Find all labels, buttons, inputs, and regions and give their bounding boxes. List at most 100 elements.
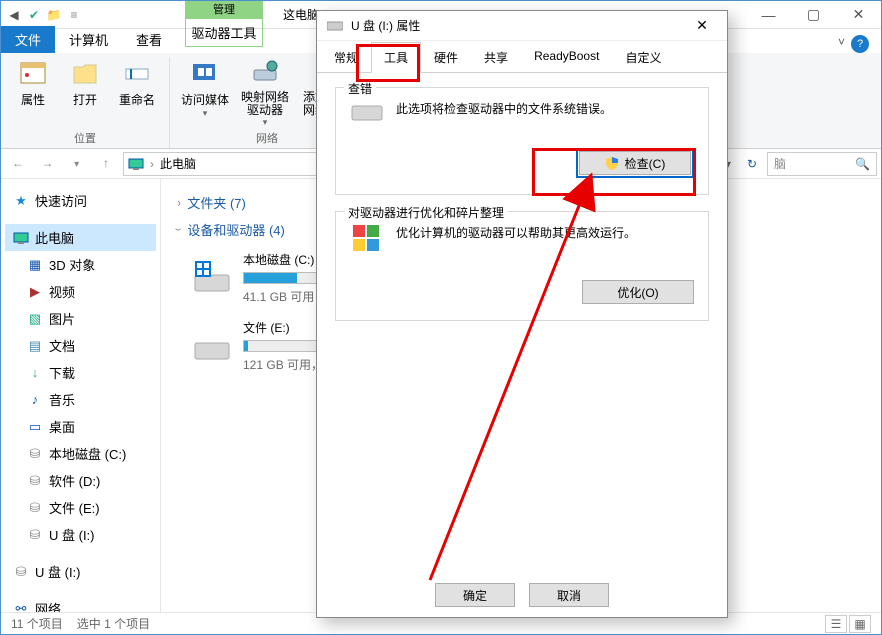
cancel-button[interactable]: 取消 (529, 583, 609, 607)
sidebar-item-quick-access[interactable]: ★ 快速访问 (5, 187, 156, 214)
tab-file[interactable]: 文件 (1, 26, 55, 53)
nav-arrows: ← → ▾ ↑ (5, 151, 119, 177)
this-pc-icon (128, 156, 144, 172)
nav-history-chevron-icon[interactable]: ▾ (64, 152, 90, 176)
close-button[interactable]: ✕ (836, 1, 881, 29)
error-check-group: 查错 此选项将检查驱动器中的文件系统错误。 检查(C) (335, 87, 709, 195)
ribbon-btn-map-network[interactable]: 映射网络 驱动器 ▾ (236, 57, 294, 128)
sidebar-item-this-pc[interactable]: 此电脑 (5, 224, 156, 251)
drive-icon (191, 325, 233, 367)
tab-sharing[interactable]: 共享 (471, 42, 521, 73)
optimize-group: 对驱动器进行优化和碎片整理 优化计算机的驱动器可以帮助其更高效运行。 优化(O) (335, 211, 709, 321)
quick-access-toolbar: ◀ ✔ 📁 ≡ (1, 6, 83, 24)
ribbon-btn-rename[interactable]: 重命名 (113, 57, 161, 108)
qat-back-icon[interactable]: ◀ (5, 6, 23, 24)
usb-drive-icon: ⛁ (27, 527, 43, 543)
sidebar-item-usb-i-root[interactable]: ⛁U 盘 (I:) (5, 558, 156, 585)
pictures-icon: ▧ (27, 311, 43, 327)
view-large-icon[interactable]: ▦ (849, 615, 871, 633)
downloads-icon: ↓ (27, 365, 43, 381)
drive-icon (350, 98, 384, 124)
tab-tools[interactable]: 工具 (371, 42, 421, 73)
dialog-title: U 盘 (I:) 属性 (351, 17, 420, 34)
drive-icon (191, 257, 233, 299)
defrag-icon (350, 222, 384, 256)
tab-general[interactable]: 常规 (321, 42, 371, 73)
tab-readyboost[interactable]: ReadyBoost (521, 42, 612, 73)
documents-icon: ▤ (27, 338, 43, 354)
ribbon-btn-properties[interactable]: 属性 (9, 57, 57, 108)
nav-back-icon[interactable]: ← (5, 151, 31, 175)
nav-forward-icon[interactable]: → (34, 151, 60, 175)
address-text: 此电脑 (160, 155, 196, 172)
media-icon (189, 57, 221, 89)
properties-icon (17, 57, 49, 89)
properties-dialog: U 盘 (I:) 属性 ✕ 常规 工具 硬件 共享 ReadyBoost 自定义… (316, 10, 728, 618)
contextual-tab-header: 管理 (185, 1, 263, 19)
chevron-down-icon: › (172, 228, 187, 231)
minimize-button[interactable]: — (746, 1, 791, 29)
sidebar: ★ 快速访问 此电脑 ▦3D 对象 ▶视频 ▧图片 ▤文档 ↓下载 ♪音乐 ▭桌… (1, 179, 161, 612)
sidebar-item-drive-c[interactable]: ⛁本地磁盘 (C:) (5, 440, 156, 467)
dialog-close-button[interactable]: ✕ (687, 17, 717, 34)
sidebar-item-drive-d[interactable]: ⛁软件 (D:) (5, 467, 156, 494)
help-icon[interactable]: ? (851, 35, 869, 53)
tab-view[interactable]: 查看 (122, 26, 176, 53)
view-details-icon[interactable]: ☰ (825, 615, 847, 633)
ribbon-btn-media[interactable]: 访问媒体 ▾ (178, 57, 232, 128)
sidebar-item-network[interactable]: ⚯网络 (5, 595, 156, 612)
desktop-icon: ▭ (27, 419, 43, 435)
dialog-titlebar: U 盘 (I:) 属性 ✕ (317, 11, 727, 41)
ribbon-collapse-icon[interactable]: ˅ (838, 35, 845, 49)
search-icon: 🔍 (855, 157, 870, 171)
map-network-drive-icon (249, 57, 281, 89)
tab-hardware[interactable]: 硬件 (421, 42, 471, 73)
ribbon-group-location: 属性 打开 重命名 位置 (1, 57, 170, 148)
sidebar-item-desktop[interactable]: ▭桌面 (5, 413, 156, 440)
tab-computer[interactable]: 计算机 (55, 26, 122, 53)
star-icon: ★ (13, 193, 29, 209)
rename-icon (121, 57, 153, 89)
sidebar-item-pictures[interactable]: ▧图片 (5, 305, 156, 332)
sidebar-item-videos[interactable]: ▶视频 (5, 278, 156, 305)
ribbon-group-label-network: 网络 (256, 130, 278, 148)
qat-folder-icon[interactable]: 📁 (45, 6, 63, 24)
sidebar-item-downloads[interactable]: ↓下载 (5, 359, 156, 386)
usb-drive-icon (327, 20, 343, 32)
search-box[interactable]: 脑 🔍 (767, 152, 877, 176)
maximize-button[interactable]: ▢ (791, 1, 836, 29)
status-item-count: 11 个项目 (11, 615, 63, 632)
dialog-footer: 确定 取消 (317, 583, 727, 607)
search-hint: 脑 (774, 155, 786, 172)
sidebar-item-usb-i[interactable]: ⛁U 盘 (I:) (5, 521, 156, 548)
chevron-right-icon: › (178, 195, 181, 210)
shield-icon (605, 156, 619, 170)
dialog-body: 查错 此选项将检查驱动器中的文件系统错误。 检查(C) (317, 73, 727, 351)
drive-icon: ⛁ (27, 500, 43, 516)
tab-drive-tools[interactable]: 驱动器工具 (185, 19, 263, 47)
error-check-desc: 此选项将检查驱动器中的文件系统错误。 (396, 100, 694, 117)
qat-check-icon[interactable]: ✔ (25, 6, 43, 24)
drive-icon: ⛁ (27, 473, 43, 489)
sidebar-item-drive-e[interactable]: ⛁文件 (E:) (5, 494, 156, 521)
refresh-icon[interactable]: ↻ (741, 157, 763, 171)
nav-up-icon[interactable]: ↑ (93, 151, 119, 175)
ribbon-btn-open[interactable]: 打开 (61, 57, 109, 108)
tab-customize[interactable]: 自定义 (612, 42, 674, 73)
status-selected-count: 选中 1 个项目 (77, 615, 150, 632)
sidebar-item-documents[interactable]: ▤文档 (5, 332, 156, 359)
sidebar-item-music[interactable]: ♪音乐 (5, 386, 156, 413)
qat-strip-icon[interactable]: ≡ (65, 6, 83, 24)
usb-drive-icon: ⛁ (13, 564, 29, 580)
optimize-legend: 对驱动器进行优化和碎片整理 (344, 204, 508, 221)
window-title: 这电脑 (283, 6, 319, 23)
open-icon (69, 57, 101, 89)
this-pc-icon (13, 230, 29, 246)
ribbon-group-label-location: 位置 (74, 130, 96, 148)
ok-button[interactable]: 确定 (435, 583, 515, 607)
sidebar-item-3d-objects[interactable]: ▦3D 对象 (5, 251, 156, 278)
error-check-legend: 查错 (344, 80, 376, 97)
check-button[interactable]: 检查(C) (579, 151, 691, 175)
optimize-button[interactable]: 优化(O) (582, 280, 694, 304)
network-icon: ⚯ (13, 601, 29, 613)
